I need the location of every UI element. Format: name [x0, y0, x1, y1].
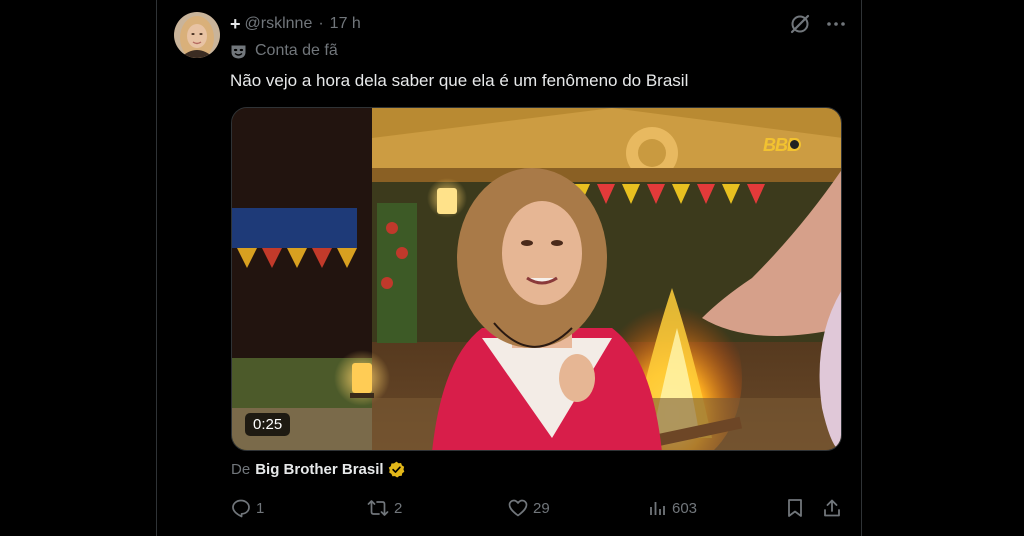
bookmark-button[interactable] [786, 496, 804, 520]
views-button[interactable]: 603 [647, 496, 697, 520]
video-source: De Big Brother Brasil [231, 461, 405, 478]
source-account-link[interactable]: Big Brother Brasil [255, 461, 383, 478]
video-player[interactable]: BBB 0:25 [231, 107, 842, 451]
avatar-image [174, 12, 220, 58]
fan-account-label: Conta de fã [230, 40, 338, 62]
grok-icon[interactable] [788, 12, 812, 36]
bbb-logo-eye-icon [788, 138, 801, 151]
post-text: Não vejo a hora dela saber que ela é um … [230, 71, 689, 90]
reply-icon [232, 499, 250, 518]
user-handle[interactable]: @rsklnne [245, 15, 313, 33]
bookmark-icon [788, 499, 802, 517]
repost-button[interactable]: 2 [367, 496, 402, 520]
header-separator: · [318, 15, 324, 32]
post-header: + @rsklnne · 17 h [230, 13, 361, 35]
analytics-icon [650, 502, 665, 515]
post-time[interactable]: 17 h [330, 15, 361, 33]
verified-badge-icon [388, 461, 404, 478]
video-duration: 0:25 [245, 413, 291, 436]
views-count: 603 [672, 499, 698, 517]
repost-count: 2 [394, 499, 403, 517]
source-prefix: De [231, 461, 251, 478]
plus-icon: + [230, 13, 241, 34]
post-top-actions [788, 12, 848, 36]
theater-mask-icon [231, 45, 246, 58]
share-button[interactable] [822, 496, 842, 520]
page: + @rsklnne · 17 h Conta de fã Não vejo a… [0, 0, 1024, 536]
like-count: 29 [533, 499, 550, 517]
reply-count: 1 [256, 499, 265, 517]
like-button[interactable]: 29 [508, 496, 550, 520]
more-options-icon[interactable] [824, 12, 848, 36]
post-actions-bar: 1 2 29 603 [231, 496, 843, 520]
reply-button[interactable]: 1 [231, 496, 264, 520]
heart-icon [508, 499, 528, 517]
repost-icon [367, 500, 389, 516]
fan-label-text: Conta de fã [255, 42, 338, 59]
share-icon [824, 499, 840, 517]
video-frame [232, 108, 841, 450]
user-avatar[interactable] [174, 12, 220, 58]
